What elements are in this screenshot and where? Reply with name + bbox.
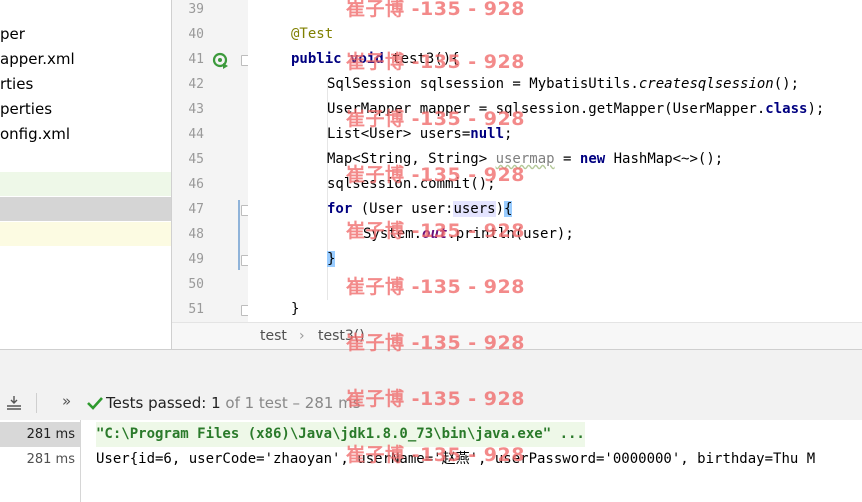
- line-number: 49: [188, 252, 204, 267]
- line-number: 46: [188, 177, 204, 192]
- watermark: 崔子博 -135 - 928: [346, 0, 525, 20]
- toolbar-divider: [36, 393, 37, 413]
- watermark: 崔子博 -135 - 928: [346, 388, 525, 410]
- line-number: 41: [188, 52, 204, 67]
- breadcrumb-item[interactable]: test: [260, 323, 287, 350]
- code-line-42: SqlSession sqlsession = MybatisUtils.cre…: [327, 76, 800, 92]
- code-line-40: @Test: [291, 26, 334, 42]
- tree-item[interactable]: apper.xml: [0, 47, 75, 71]
- line-number: 51: [188, 302, 204, 317]
- sort-icon[interactable]: [5, 394, 23, 412]
- run-time-row[interactable]: 281 ms: [0, 447, 80, 472]
- check-icon: [86, 394, 104, 412]
- line-number: 47: [188, 202, 204, 217]
- code-line-49: }: [327, 251, 336, 267]
- line-number: 42: [188, 77, 204, 92]
- expand-more-icon[interactable]: »: [62, 392, 71, 410]
- line-number: 45: [188, 152, 204, 167]
- breadcrumb-separator-icon: ›: [299, 328, 305, 344]
- watermark: 崔子博 -135 - 928: [346, 444, 525, 466]
- run-time-row[interactable]: 281 ms: [0, 422, 80, 447]
- tree-row-highlight-yellow: [0, 222, 171, 246]
- watermark: 崔子博 -135 - 928: [346, 332, 525, 354]
- line-number: 43: [188, 102, 204, 117]
- tree-item[interactable]: onfig.xml: [0, 122, 70, 146]
- tree-row-highlight-green: [0, 172, 171, 196]
- watermark: 崔子博 -135 - 928: [346, 276, 525, 298]
- project-tree: per apper.xml rties perties onfig.xml: [0, 0, 171, 349]
- watermark: 崔子博 -135 - 928: [346, 51, 525, 73]
- line-number: 44: [188, 127, 204, 142]
- watermark: 崔子博 -135 - 928: [346, 164, 525, 186]
- tree-row-selected[interactable]: [0, 197, 171, 221]
- tree-item[interactable]: perties: [0, 97, 52, 121]
- line-number: 40: [188, 27, 204, 42]
- line-number: 48: [188, 227, 204, 242]
- line-number: 50: [188, 277, 204, 292]
- line-number: 39: [188, 2, 204, 17]
- tree-item[interactable]: rties: [0, 72, 33, 96]
- watermark: 崔子博 -135 - 928: [346, 220, 525, 242]
- tree-item[interactable]: per: [0, 22, 25, 46]
- code-line-51: }: [291, 301, 300, 317]
- watermark: 崔子博 -135 - 928: [346, 108, 525, 130]
- code-editor[interactable]: @Test public void test3(){ SqlSession sq…: [248, 0, 862, 322]
- test-run-list: 281 ms 281 ms: [0, 420, 81, 502]
- block-scope-marker: [238, 200, 240, 270]
- run-test-icon[interactable]: [212, 52, 230, 70]
- test-status-text: Tests passed: 1 of 1 test – 281 ms: [106, 394, 361, 412]
